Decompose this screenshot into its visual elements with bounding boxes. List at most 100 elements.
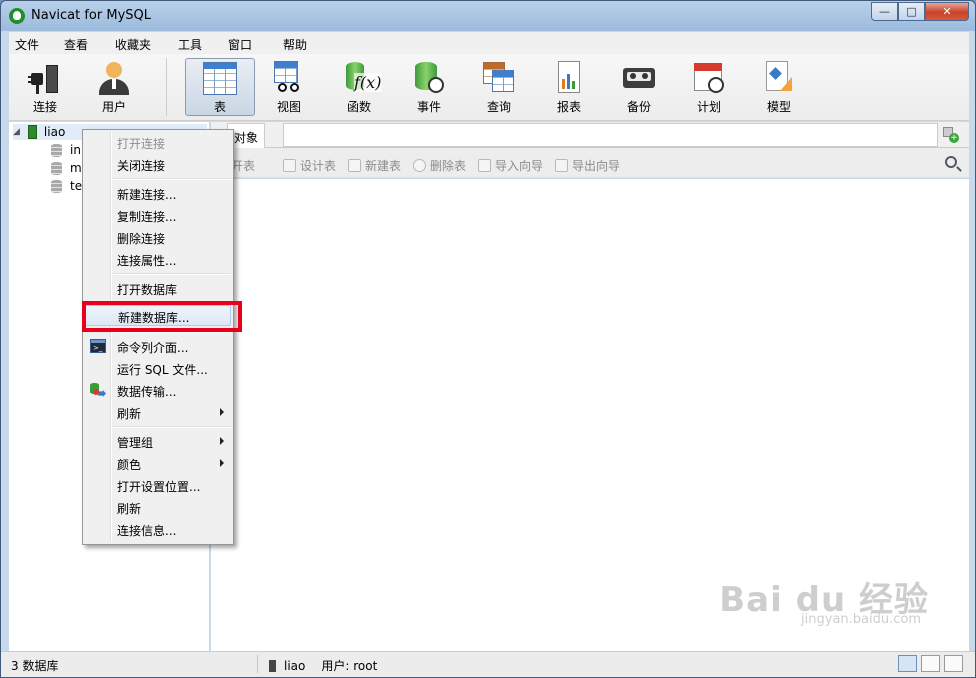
schedule-icon — [692, 61, 726, 95]
new-table-label: 新建表 — [365, 159, 402, 173]
table-icon — [203, 62, 237, 95]
toolbar-label: 视图 — [276, 100, 301, 114]
toolbar-label: 表 — [213, 100, 226, 114]
menu-label: 新建数据库... — [118, 311, 190, 325]
title-bar: Navicat for MySQL — □ ✕ — [1, 1, 975, 31]
new-tab-icon[interactable]: + — [943, 127, 959, 143]
toolbar-view-button[interactable]: 视图 — [256, 58, 322, 116]
export-wizard-button[interactable]: 导出向导 — [555, 157, 620, 174]
expand-triangle-icon[interactable]: ◢ — [13, 127, 20, 137]
menu-label: 数据传输... — [117, 385, 177, 399]
design-table-label: 设计表 — [300, 159, 337, 173]
menu-help[interactable]: 帮助 — [283, 36, 307, 53]
menu-window[interactable]: 窗口 — [228, 36, 252, 53]
menu-view[interactable]: 查看 — [64, 36, 88, 53]
database-icon — [51, 161, 62, 175]
menu-data-transfer[interactable]: 数据传输... — [85, 380, 231, 401]
tree-database[interactable]: te — [51, 178, 82, 194]
menu-command-console[interactable]: >_ 命令列介面... — [85, 336, 231, 357]
toolbar-separator — [166, 58, 167, 116]
database-name: te — [70, 179, 83, 193]
toolbar-query-button[interactable]: 查询 — [466, 58, 532, 116]
toolbar-table-button[interactable]: 表 — [185, 58, 255, 116]
connection-name: liao — [43, 125, 66, 139]
menu-label: 刷新 — [117, 407, 142, 421]
menu-copy-connection[interactable]: 复制连接... — [85, 205, 231, 226]
close-button[interactable]: ✕ — [925, 2, 969, 21]
menu-open-database[interactable]: 打开数据库 — [85, 278, 231, 299]
server-icon — [27, 125, 37, 139]
console-icon: >_ — [90, 339, 106, 353]
window-controls: — □ ✕ — [871, 2, 969, 21]
menu-new-database[interactable]: 新建数据库... — [85, 305, 231, 326]
menu-tools[interactable]: 工具 — [178, 36, 202, 53]
menu-refresh-submenu[interactable]: 刷新 — [85, 402, 231, 423]
report-icon — [552, 61, 586, 95]
menu-run-sql-file[interactable]: 运行 SQL 文件... — [85, 358, 231, 379]
main-toolbar: 连接 用户 表 视图 f(x) 函数 事件 查询 报表 备份 计划 模型 — [9, 54, 969, 121]
object-list-area[interactable]: Bai du 经验 jingyan.baidu.com — [211, 179, 969, 651]
menu-file[interactable]: 文件 — [15, 36, 39, 53]
delete-table-button[interactable]: 删除表 — [413, 157, 466, 174]
toolbar-label: 模型 — [766, 100, 791, 114]
menu-connection-properties[interactable]: 连接属性... — [85, 249, 231, 270]
toolbar-label: 连接 — [32, 100, 57, 114]
menu-manage-group[interactable]: 管理组 — [85, 431, 231, 452]
toolbar-function-button[interactable]: f(x) 函数 — [326, 58, 392, 116]
import-wizard-button[interactable]: 导入向导 — [478, 157, 543, 174]
menu-label: 删除连接 — [117, 232, 166, 246]
app-window: Navicat for MySQL — □ ✕ 文件 查看 收藏夹 工具 窗口 … — [0, 0, 976, 678]
design-table-button[interactable]: 设计表 — [283, 157, 336, 174]
menu-color[interactable]: 颜色 — [85, 453, 231, 474]
menu-open-settings-location[interactable]: 打开设置位置... — [85, 475, 231, 496]
menu-label: 复制连接... — [117, 210, 177, 224]
database-name: in — [70, 143, 81, 157]
menu-delete-connection[interactable]: 删除连接 — [85, 227, 231, 248]
menu-favorites[interactable]: 收藏夹 — [115, 36, 151, 53]
toolbar-label: 事件 — [416, 100, 441, 114]
maximize-button[interactable]: □ — [898, 2, 925, 21]
new-table-button[interactable]: 新建表 — [348, 157, 401, 174]
status-bar: 3 数据库 liao 用户: root — [1, 651, 975, 677]
menu-new-connection[interactable]: 新建连接... — [85, 183, 231, 204]
menu-connection-info[interactable]: 连接信息... — [85, 519, 231, 540]
toolbar-event-button[interactable]: 事件 — [396, 58, 462, 116]
menu-label: 打开数据库 — [117, 283, 178, 297]
view-icon — [272, 61, 306, 95]
toolbar-schedule-button[interactable]: 计划 — [676, 58, 742, 116]
toolbar-label: 用户 — [101, 100, 126, 114]
window-title: Navicat for MySQL — [31, 8, 151, 23]
import-wizard-label: 导入向导 — [495, 159, 544, 173]
menu-label: 打开连接 — [117, 137, 166, 151]
tree-database[interactable]: m — [51, 160, 82, 176]
menu-label: 命令列介面... — [117, 341, 189, 355]
toolbar-backup-button[interactable]: 备份 — [606, 58, 672, 116]
menu-separator — [113, 426, 231, 428]
submenu-arrow-icon — [220, 459, 224, 467]
context-menu: 打开连接 关闭连接 新建连接... 复制连接... 删除连接 连接属性... 打… — [82, 129, 234, 545]
function-icon: f(x) — [342, 61, 382, 95]
search-icon[interactable] — [945, 156, 957, 168]
object-toolbar: 打开表 设计表 新建表 删除表 导入向导 导出向导 — [211, 148, 969, 178]
pencil-icon — [283, 159, 296, 172]
menu-open-connection[interactable]: 打开连接 — [85, 132, 231, 153]
toolbar-user-button[interactable]: 用户 — [81, 58, 147, 116]
minimize-button[interactable]: — — [871, 2, 898, 21]
toolbar-connection-button[interactable]: 连接 — [12, 58, 78, 116]
menu-close-connection[interactable]: 关闭连接 — [85, 154, 231, 175]
toolbar-model-button[interactable]: 模型 — [746, 58, 812, 116]
menu-refresh[interactable]: 刷新 — [85, 497, 231, 518]
menu-label: 打开设置位置... — [117, 480, 201, 494]
export-icon — [555, 159, 568, 172]
plug-icon — [28, 61, 62, 95]
grid-view-icon[interactable] — [898, 655, 917, 672]
toolbar-report-button[interactable]: 报表 — [536, 58, 602, 116]
tree-database[interactable]: in — [51, 142, 81, 158]
list-view-icon[interactable] — [921, 655, 940, 672]
menu-label: 运行 SQL 文件... — [117, 363, 208, 377]
database-icon — [51, 143, 62, 157]
menu-bar: 文件 查看 收藏夹 工具 窗口 帮助 — [9, 32, 969, 54]
status-connection-name: liao — [284, 658, 306, 673]
database-icon — [51, 179, 62, 193]
detail-view-icon[interactable] — [944, 655, 963, 672]
